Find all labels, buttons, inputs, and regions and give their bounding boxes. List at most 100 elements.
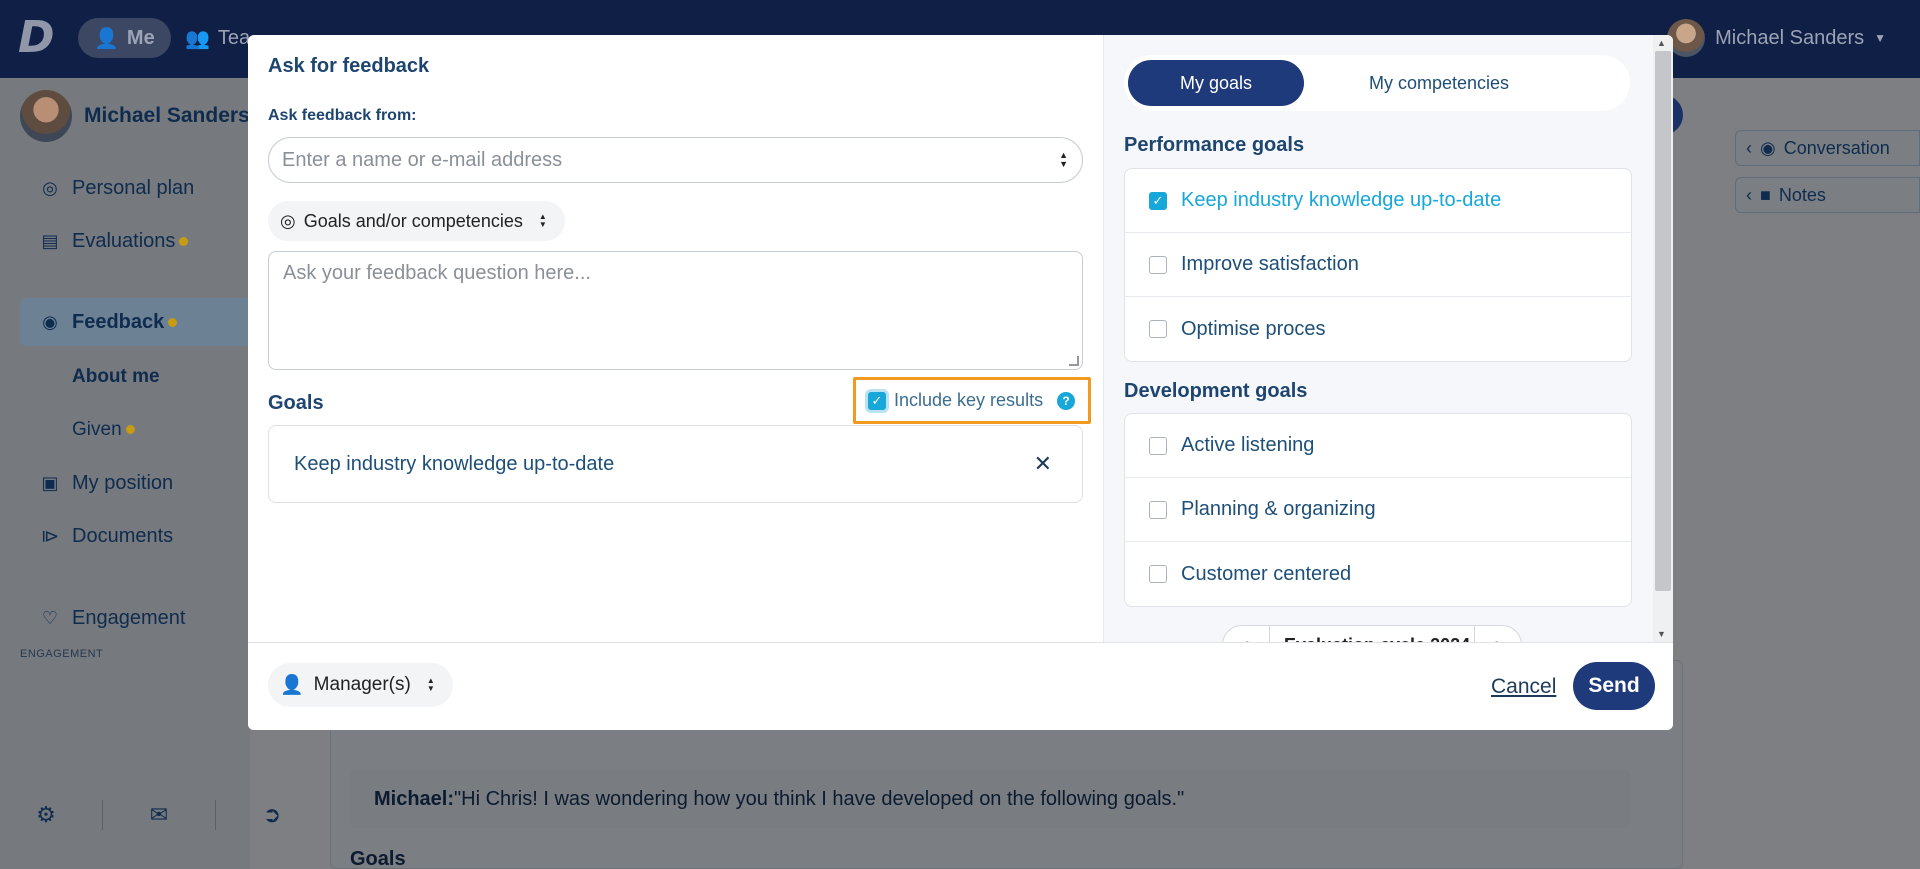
feedback-form-pane: Ask for feedback Ask feedback from: Ente…	[248, 35, 1103, 642]
tab-my-goals[interactable]: My goals	[1128, 60, 1304, 106]
scrollbar[interactable]: ▲ ▼	[1653, 35, 1673, 642]
list-item[interactable]: Customer centered	[1125, 542, 1631, 606]
modal-footer: 👤 Manager(s) ▲ ▼ Cancel Send	[248, 642, 1673, 730]
chat-icon: ◉	[42, 311, 58, 332]
target-icon: ◎	[280, 210, 296, 231]
notes-panel-button[interactable]: ‹ ■ Notes	[1735, 177, 1920, 213]
selected-goal-label: Keep industry knowledge up-to-date	[294, 452, 615, 475]
feedback-type-label: Goals and/or competencies	[303, 210, 523, 231]
include-key-results-label: Include key results	[894, 390, 1044, 410]
app-logo[interactable]: D	[18, 16, 55, 60]
scroll-up-icon[interactable]: ▲	[1657, 38, 1666, 48]
quote-author: Michael:	[374, 787, 455, 810]
user-name: Michael Sanders	[1715, 26, 1865, 49]
remove-goal-close-icon[interactable]: ✕	[1034, 451, 1052, 477]
help-icon[interactable]: ?	[1057, 391, 1076, 410]
sidebar-item-label: Feedback	[72, 310, 165, 333]
document-icon: ▤	[41, 230, 59, 251]
sidebar-subitem-label: Given	[72, 419, 122, 440]
avatar	[20, 90, 72, 142]
sidebar-subitem-given[interactable]: Given	[72, 419, 135, 441]
performance-goals-heading: Performance goals	[1124, 134, 1305, 156]
feedback-question-textarea[interactable]: Ask your feedback question here...	[268, 251, 1083, 370]
nav-team-button[interactable]: 👥 Tea	[185, 18, 250, 58]
resize-handle[interactable]	[1069, 356, 1079, 366]
person-icon: 👤	[94, 27, 119, 50]
sort-arrows-icon: ▲ ▼	[1059, 150, 1068, 169]
recipient-type-select[interactable]: 👤 Manager(s) ▲ ▼	[268, 663, 453, 707]
performance-goals-list: ✓ Keep industry knowledge up-to-date Imp…	[1124, 168, 1632, 362]
sidebar-user-name: Michael Sanders	[84, 104, 250, 127]
scroll-down-icon[interactable]: ▼	[1657, 629, 1666, 639]
goal-label: Optimise proces	[1181, 317, 1326, 340]
cancel-button[interactable]: Cancel	[1491, 675, 1556, 699]
sidebar-item-my-position[interactable]: ▣ My position	[20, 459, 250, 507]
development-goals-heading: Development goals	[1124, 380, 1308, 402]
ask-feedback-modal: Ask for feedback Ask feedback from: Ente…	[248, 35, 1673, 730]
recipient-search-select[interactable]: Enter a name or e-mail address ▲ ▼	[268, 137, 1083, 183]
chevron-left-icon[interactable]: ‹	[1223, 634, 1269, 643]
goal-checkbox[interactable]	[1149, 436, 1167, 455]
chevron-right-icon[interactable]: ›	[1475, 634, 1521, 643]
user-menu[interactable]: Michael Sanders ▼	[1667, 14, 1886, 62]
notification-dot	[125, 425, 135, 435]
mail-icon[interactable]: ✉	[133, 802, 185, 828]
scroll-thumb[interactable]	[1655, 51, 1671, 591]
goal-checkbox[interactable]	[1149, 565, 1167, 583]
goal-label: Planning & organizing	[1181, 498, 1376, 520]
sidebar-user[interactable]: Michael Sanders	[20, 90, 250, 142]
notes-label: Notes	[1778, 184, 1826, 205]
list-item[interactable]: Optimise proces	[1125, 297, 1631, 361]
goal-checkbox[interactable]	[1149, 320, 1167, 338]
notification-dot	[179, 236, 189, 246]
sidebar: Michael Sanders ◎ Personal plan ▤ Evalua…	[0, 78, 281, 869]
recipient-search-placeholder: Enter a name or e-mail address	[282, 148, 563, 171]
tab-my-competencies[interactable]: My competencies	[1304, 60, 1574, 106]
sidebar-item-label: Evaluations	[72, 229, 176, 252]
background-goals-heading: Goals	[350, 848, 406, 869]
send-button[interactable]: Send	[1573, 662, 1655, 710]
list-item[interactable]: Improve satisfaction	[1125, 233, 1631, 297]
conversation-label: Conversation	[1783, 137, 1890, 158]
divider	[102, 800, 103, 830]
person-icon: 👤	[280, 675, 304, 696]
sort-arrows-icon: ▲ ▼	[538, 212, 547, 229]
id-card-icon: ▣	[41, 472, 59, 493]
caret-down-icon: ▼	[1874, 31, 1886, 45]
goal-checkbox[interactable]: ✓	[1149, 191, 1167, 210]
nav-me-button[interactable]: 👤 Me	[78, 18, 171, 58]
sidebar-item-evaluations[interactable]: ▤ Evaluations	[20, 217, 250, 265]
list-item[interactable]: Planning & organizing	[1125, 478, 1631, 542]
sidebar-section-label: ENGAGEMENT	[20, 648, 104, 660]
sidebar-item-label: Personal plan	[72, 176, 195, 199]
selected-goal-item: Keep industry knowledge up-to-date ✕	[268, 425, 1083, 503]
modal-title: Ask for feedback	[268, 55, 430, 77]
user-settings-icon[interactable]: ⚙	[20, 802, 72, 828]
sidebar-item-engagement[interactable]: ♡ Engagement	[20, 594, 250, 642]
sidebar-item-personal-plan[interactable]: ◎ Personal plan	[20, 164, 250, 212]
goal-picker-pane: My goals My competencies Performance goa…	[1103, 35, 1673, 642]
goal-label: Keep industry knowledge up-to-date	[1181, 189, 1502, 211]
goal-checkbox[interactable]	[1149, 255, 1167, 274]
chevron-left-icon: ‹	[1746, 184, 1752, 205]
sidebar-item-label: Engagement	[72, 606, 186, 629]
evaluation-period-selector: ‹ Evaluation cycle 2024 ›	[1222, 625, 1522, 642]
goal-checkbox[interactable]	[1149, 500, 1167, 519]
heart-pulse-icon: ♡	[41, 607, 59, 628]
notification-dot	[168, 317, 178, 327]
goal-label: Active listening	[1181, 434, 1315, 456]
ask-from-label: Ask feedback from:	[268, 107, 417, 124]
conversation-panel-button[interactable]: ‹ ◉ Conversation	[1735, 130, 1920, 166]
sidebar-item-feedback[interactable]: ◉ Feedback	[20, 298, 250, 346]
list-item[interactable]: Active listening	[1125, 414, 1631, 478]
sort-arrows-icon: ▲ ▼	[426, 676, 435, 693]
target-icon: ◎	[42, 177, 58, 198]
list-item[interactable]: ✓ Keep industry knowledge up-to-date	[1125, 169, 1631, 233]
include-key-results-toggle[interactable]: ✓ Include key results ?	[853, 377, 1091, 424]
nav-me-label: Me	[126, 26, 155, 49]
feedback-type-select[interactable]: ◎ Goals and/or competencies ▲ ▼	[268, 201, 565, 241]
sidebar-item-documents[interactable]: ⧐ Documents	[20, 512, 250, 560]
paperclip-icon: ⧐	[41, 525, 59, 546]
include-key-results-checkbox[interactable]: ✓	[868, 391, 886, 410]
sidebar-subitem-about-me[interactable]: About me	[72, 366, 160, 388]
